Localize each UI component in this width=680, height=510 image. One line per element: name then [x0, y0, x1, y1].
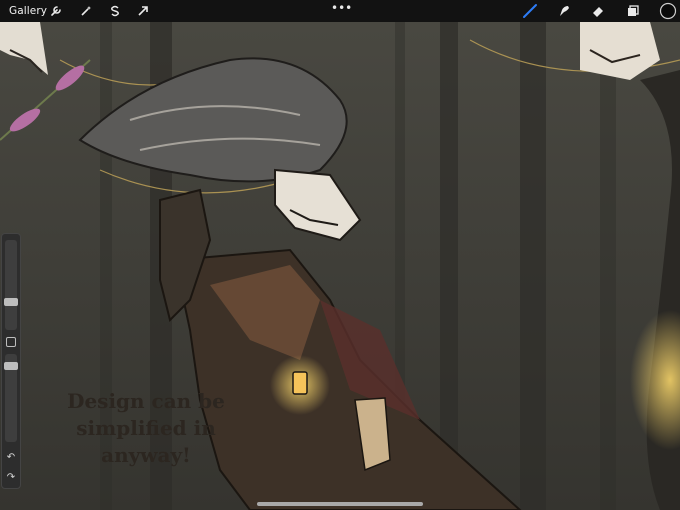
gallery-button[interactable]: Gallery: [9, 5, 47, 17]
color-picker-button[interactable]: [659, 2, 677, 20]
procreate-app: Gallery ••• ↶ ↷ Design can be simplified…: [0, 0, 680, 510]
left-sidebar: ↶ ↷: [1, 233, 21, 489]
undo-icon[interactable]: ↶: [5, 452, 17, 464]
canvas-caption: Design can be simplified in anyway!: [30, 388, 262, 469]
opacity-thumb[interactable]: [4, 362, 18, 370]
transform-arrow-icon[interactable]: [135, 3, 151, 19]
smudge-icon[interactable]: [556, 3, 572, 19]
modify-button[interactable]: [6, 337, 16, 347]
top-toolbar: Gallery •••: [0, 0, 680, 22]
layers-icon[interactable]: [625, 3, 641, 19]
wrench-icon[interactable]: [48, 3, 64, 19]
brush-icon[interactable]: [522, 3, 538, 19]
caption-line-2: simplified in anyway!: [76, 416, 216, 467]
redo-icon[interactable]: ↷: [5, 472, 17, 484]
selection-s-icon[interactable]: [107, 3, 123, 19]
lantern: [270, 355, 330, 415]
opacity-slider[interactable]: [4, 354, 18, 442]
caption-line-1: Design can be: [67, 389, 225, 413]
more-options-button[interactable]: •••: [331, 2, 352, 17]
magic-wand-icon[interactable]: [78, 3, 94, 19]
eraser-icon[interactable]: [590, 3, 606, 19]
brush-size-slider[interactable]: [4, 240, 18, 330]
home-indicator[interactable]: [257, 502, 423, 506]
brush-size-thumb[interactable]: [4, 298, 18, 306]
